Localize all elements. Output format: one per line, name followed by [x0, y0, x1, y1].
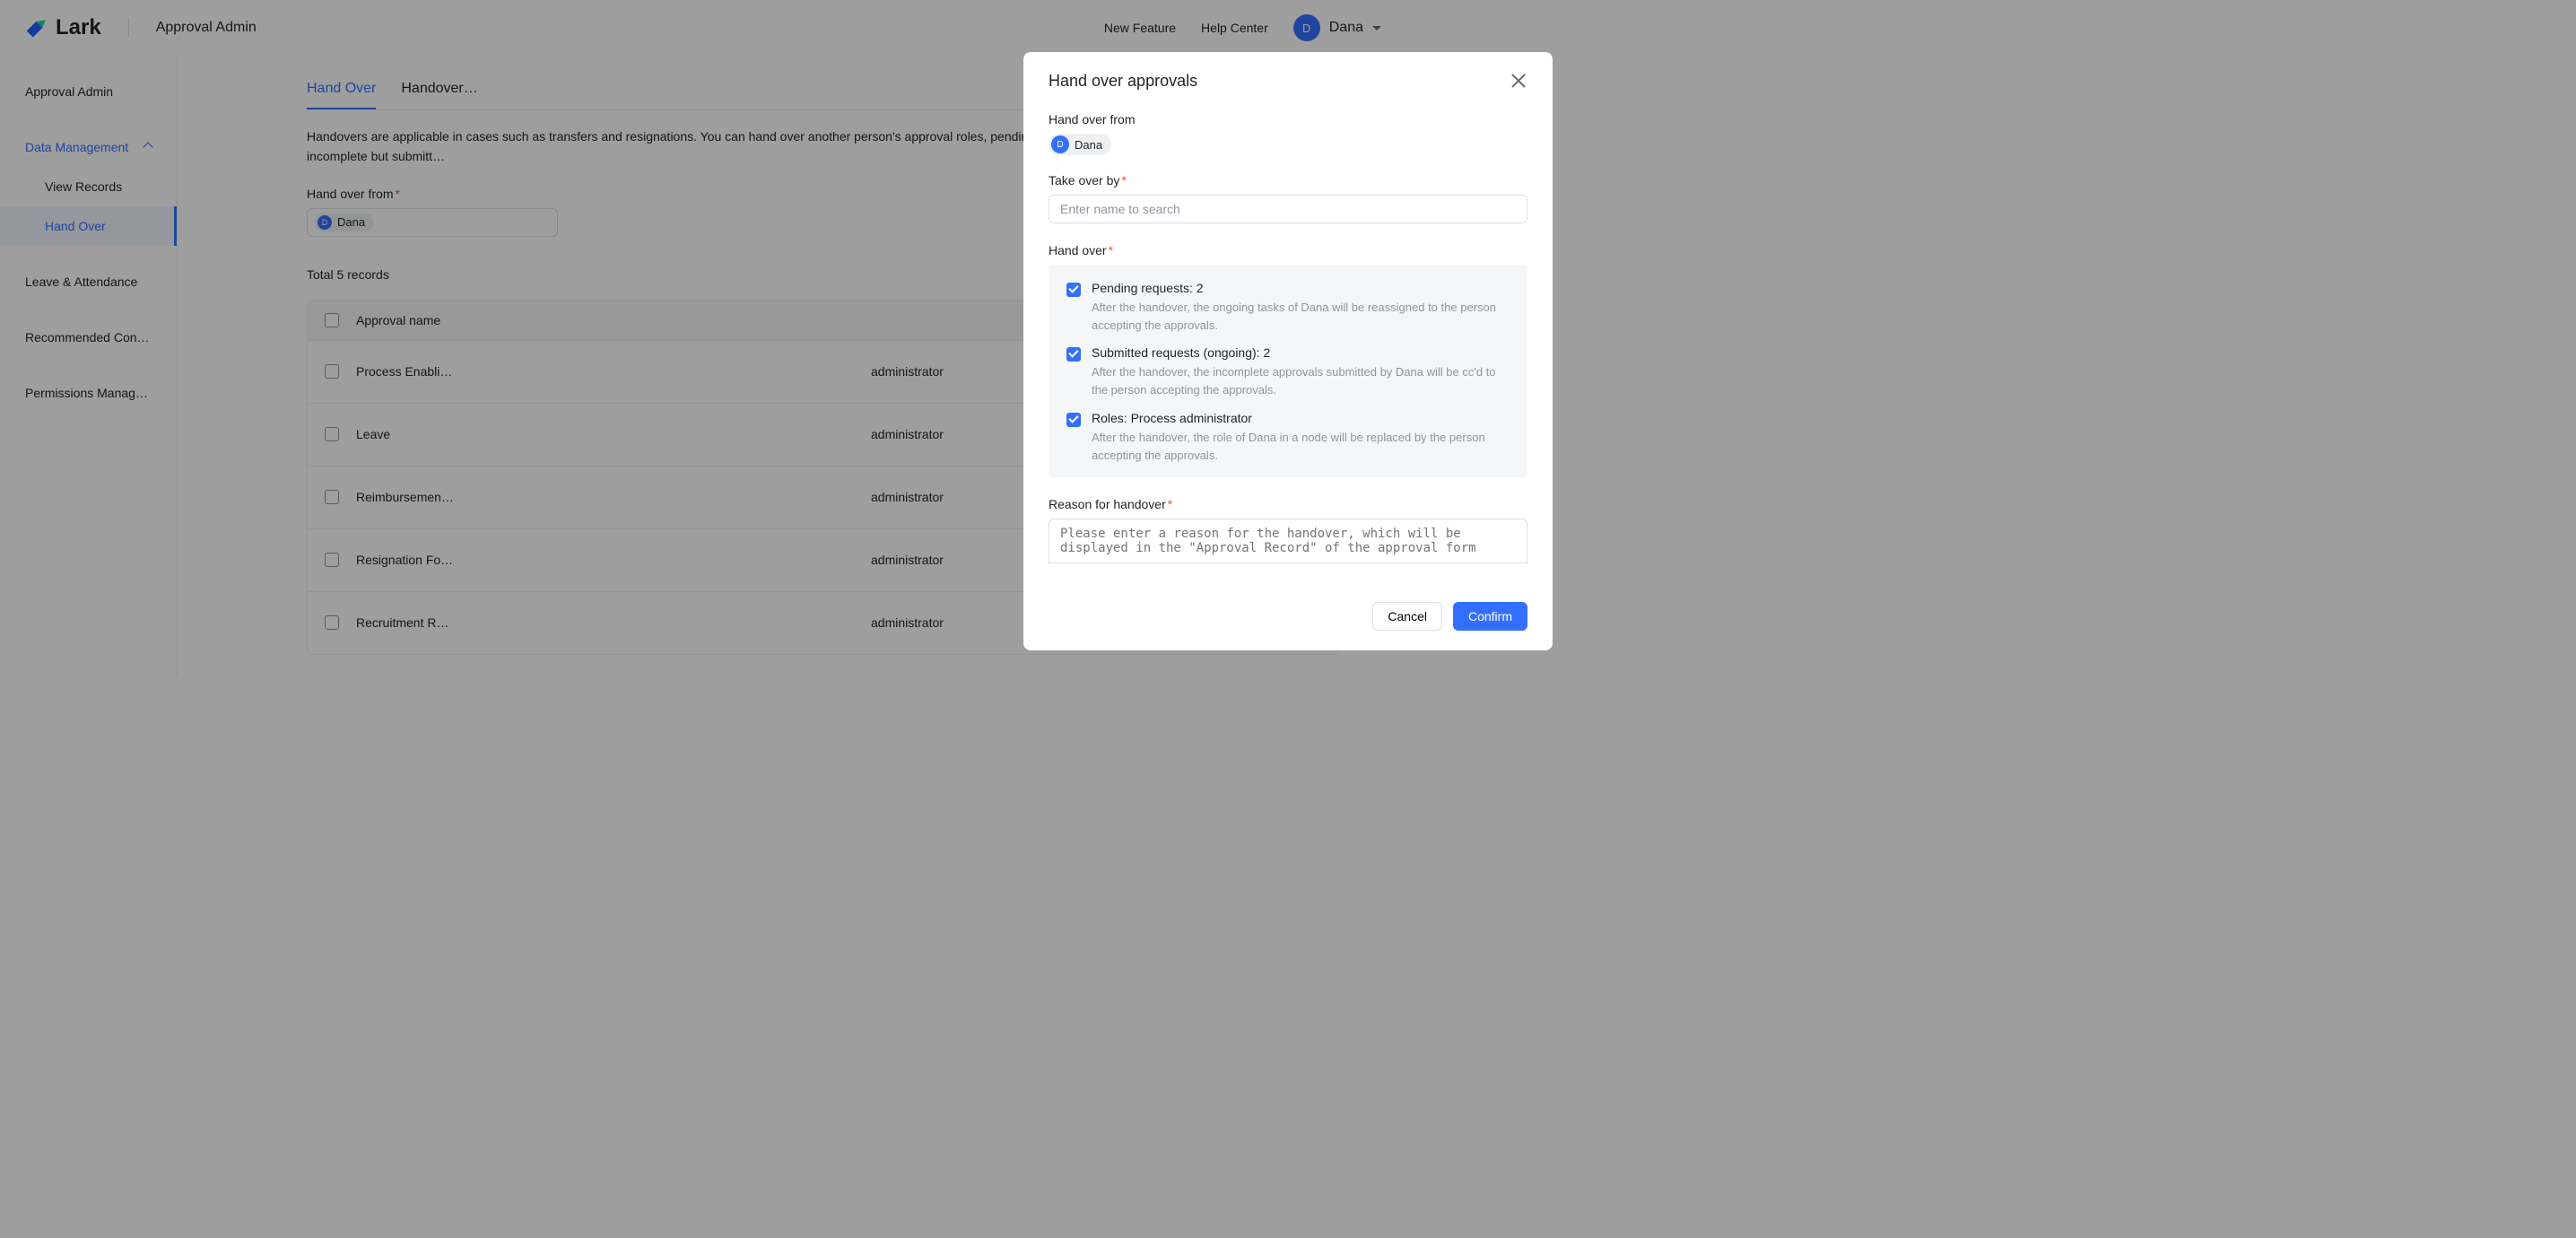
handover-item-desc: After the handover, the incomplete appro…	[1092, 363, 1510, 399]
checkbox-roles[interactable]	[1066, 413, 1081, 427]
handover-items-panel: Pending requests: 2 After the handover, …	[1049, 265, 1527, 477]
cancel-button[interactable]: Cancel	[1372, 602, 1442, 631]
avatar-mini: D	[1051, 135, 1069, 153]
handover-item-desc: After the handover, the role of Dana in …	[1092, 429, 1510, 465]
reason-label: Reason for handover*	[1049, 497, 1527, 511]
handover-item-title: Roles: Process administrator	[1092, 411, 1510, 425]
handover-item-desc: After the handover, the ongoing tasks of…	[1092, 299, 1510, 335]
handover-item-submitted: Submitted requests (ongoing): 2 After th…	[1066, 345, 1510, 399]
handover-item-title: Submitted requests (ongoing): 2	[1092, 345, 1510, 360]
handover-item-pending: Pending requests: 2 After the handover, …	[1066, 281, 1510, 335]
take-over-input[interactable]	[1049, 195, 1527, 223]
modal-overlay: Hand over approvals Hand over from D Dan…	[0, 0, 2576, 1238]
handover-item-roles: Roles: Process administrator After the h…	[1066, 411, 1510, 465]
take-over-label: Take over by*	[1049, 173, 1527, 187]
reason-textarea[interactable]	[1049, 519, 1527, 563]
hand-over-items-label: Hand over*	[1049, 243, 1527, 257]
confirm-button[interactable]: Confirm	[1453, 602, 1527, 631]
handover-modal: Hand over approvals Hand over from D Dan…	[1023, 52, 1553, 650]
checkbox-submitted[interactable]	[1066, 347, 1081, 362]
close-icon[interactable]	[1510, 72, 1527, 90]
handover-item-title: Pending requests: 2	[1092, 281, 1510, 295]
modal-from-label: Hand over from	[1049, 112, 1527, 126]
modal-from-chip: D Dana	[1049, 134, 1111, 155]
modal-from-name: Dana	[1075, 138, 1102, 152]
modal-title: Hand over approvals	[1049, 72, 1197, 91]
checkbox-pending[interactable]	[1066, 283, 1081, 297]
